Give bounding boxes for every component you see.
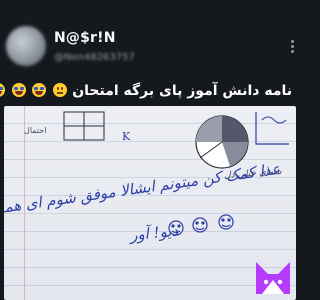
rolling-laughing-emoji [0,83,5,97]
box-figure [63,111,105,141]
rolling-laughing-emoji [32,83,47,97]
avatar[interactable] [6,26,46,66]
post-caption: نامه دانش آموز پای برگه امتحان [0,82,292,100]
printed-label: احتمال [24,126,47,135]
caption-text: نامه دانش آموز پای برگه امتحان [72,83,292,99]
post-screenshot: N@$r!N @Nen48263757 نامه دانش آموز پای ب… [0,0,300,300]
rolling-laughing-emoji [11,83,26,97]
cat-logo-icon [256,262,290,294]
handwritten-mark: K [122,130,131,143]
smiley-doodles [168,214,234,236]
pie-figure [195,115,249,169]
username[interactable]: N@$r!N [54,30,116,46]
exam-sheet-photo[interactable]: احتمال K شمای خیلی دل عذا کمک کن میتونم … [4,106,296,300]
neutral-face-emoji [53,83,68,97]
more-options-icon[interactable] [291,40,294,53]
user-handle[interactable]: @Nen48263757 [54,52,135,63]
